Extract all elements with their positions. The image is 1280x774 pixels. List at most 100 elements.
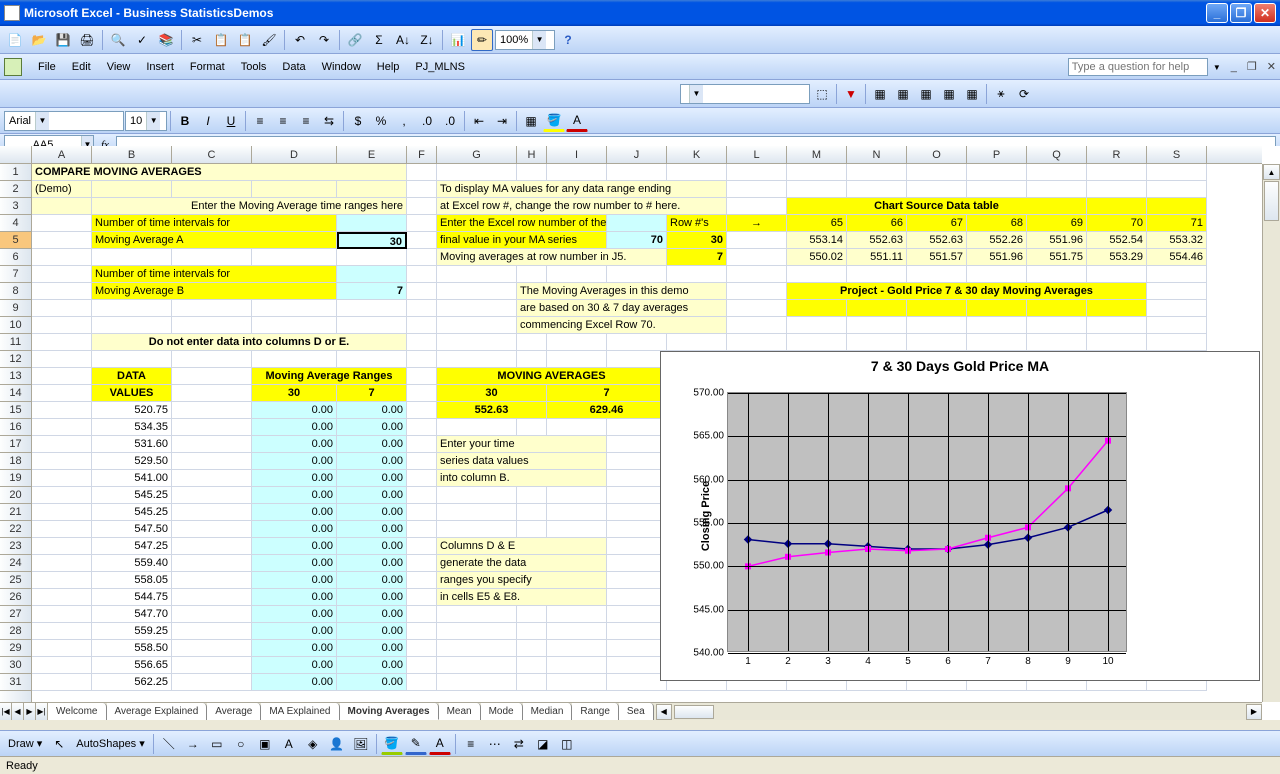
cell[interactable] bbox=[32, 538, 92, 555]
cell[interactable] bbox=[32, 487, 92, 504]
cell[interactable]: VALUES bbox=[92, 385, 172, 402]
cell[interactable] bbox=[172, 504, 252, 521]
cell[interactable]: 552.63 bbox=[437, 402, 547, 419]
cell[interactable] bbox=[172, 657, 252, 674]
spelling-icon[interactable]: ✓ bbox=[131, 29, 153, 51]
menu-data[interactable]: Data bbox=[274, 59, 313, 75]
undo-icon[interactable]: ↶ bbox=[289, 29, 311, 51]
cell[interactable] bbox=[172, 589, 252, 606]
menu-help[interactable]: Help bbox=[369, 59, 408, 75]
print-preview-icon[interactable]: 🔍 bbox=[107, 29, 129, 51]
cell[interactable]: 0.00 bbox=[337, 521, 407, 538]
cell[interactable]: commencing Excel Row 70. bbox=[517, 317, 727, 334]
textbox-icon[interactable]: ▣ bbox=[254, 733, 276, 755]
cell[interactable] bbox=[1087, 198, 1147, 215]
row-header-16[interactable]: 16 bbox=[0, 419, 31, 436]
cell[interactable] bbox=[407, 436, 437, 453]
cell[interactable]: 0.00 bbox=[252, 555, 337, 572]
font-color-icon[interactable]: A bbox=[429, 733, 451, 755]
cell[interactable]: 0.00 bbox=[337, 402, 407, 419]
cell[interactable] bbox=[337, 181, 407, 198]
sheet-tab-median[interactable]: Median bbox=[523, 703, 573, 720]
cell[interactable]: 0.00 bbox=[252, 419, 337, 436]
cell[interactable] bbox=[547, 657, 607, 674]
cell[interactable]: Enter your time bbox=[437, 436, 607, 453]
cell[interactable] bbox=[547, 606, 607, 623]
row-header-8[interactable]: 8 bbox=[0, 283, 31, 300]
cell[interactable] bbox=[907, 181, 967, 198]
cell[interactable] bbox=[252, 351, 337, 368]
cell[interactable] bbox=[547, 623, 607, 640]
row-header-23[interactable]: 23 bbox=[0, 538, 31, 555]
cell[interactable] bbox=[407, 504, 437, 521]
cell[interactable] bbox=[172, 402, 252, 419]
cell[interactable] bbox=[547, 674, 607, 691]
cell[interactable] bbox=[1027, 181, 1087, 198]
cell[interactable] bbox=[32, 368, 92, 385]
cell[interactable] bbox=[32, 215, 92, 232]
cell[interactable] bbox=[32, 657, 92, 674]
cell[interactable]: 7 bbox=[337, 283, 407, 300]
col-header-A[interactable]: A bbox=[32, 146, 92, 163]
cell[interactable] bbox=[547, 521, 607, 538]
row-header-31[interactable]: 31 bbox=[0, 674, 31, 691]
cell[interactable] bbox=[407, 657, 437, 674]
cell[interactable] bbox=[727, 232, 787, 249]
row-header-22[interactable]: 22 bbox=[0, 521, 31, 538]
cell[interactable]: Columns D & E bbox=[437, 538, 607, 555]
cell[interactable] bbox=[787, 334, 847, 351]
font-size-combo[interactable]: 10▼ bbox=[125, 111, 167, 131]
draw-menu[interactable]: Draw ▾ bbox=[4, 737, 46, 750]
cell[interactable] bbox=[407, 351, 437, 368]
menu-view[interactable]: View bbox=[99, 59, 139, 75]
align-center-button[interactable]: ≡ bbox=[272, 110, 294, 132]
cell[interactable]: 529.50 bbox=[92, 453, 172, 470]
cell[interactable]: 553.32 bbox=[1147, 232, 1207, 249]
autosum-icon[interactable]: Σ bbox=[368, 29, 390, 51]
cell[interactable] bbox=[907, 266, 967, 283]
cell[interactable]: Row #'s bbox=[667, 215, 727, 232]
menu-edit[interactable]: Edit bbox=[64, 59, 99, 75]
row-header-6[interactable]: 6 bbox=[0, 249, 31, 266]
cell[interactable]: 0.00 bbox=[252, 657, 337, 674]
oval-icon[interactable]: ○ bbox=[230, 733, 252, 755]
column-headers[interactable]: ABCDEFGHIJKLMNOPQRS bbox=[32, 146, 1262, 164]
cell[interactable]: 554.46 bbox=[1147, 249, 1207, 266]
cell[interactable] bbox=[172, 300, 252, 317]
tab-last-button[interactable]: ▶| bbox=[36, 703, 48, 720]
cell[interactable]: 552.63 bbox=[847, 232, 907, 249]
row-header-20[interactable]: 20 bbox=[0, 487, 31, 504]
cell[interactable] bbox=[547, 640, 607, 657]
cell[interactable]: 0.00 bbox=[337, 606, 407, 623]
sheet-tab-sea[interactable]: Sea bbox=[619, 703, 654, 720]
cell[interactable] bbox=[437, 266, 517, 283]
cell[interactable] bbox=[407, 368, 437, 385]
cell[interactable] bbox=[172, 572, 252, 589]
cell[interactable] bbox=[407, 283, 437, 300]
cell[interactable] bbox=[172, 351, 252, 368]
cell[interactable]: 30 bbox=[667, 232, 727, 249]
cell[interactable] bbox=[1027, 164, 1087, 181]
cell[interactable]: 0.00 bbox=[337, 555, 407, 572]
cell[interactable] bbox=[517, 266, 547, 283]
borders-button[interactable]: ▦ bbox=[520, 110, 542, 132]
cell[interactable] bbox=[1087, 266, 1147, 283]
cell[interactable] bbox=[517, 487, 547, 504]
comma-button[interactable]: , bbox=[393, 110, 415, 132]
row-header-30[interactable]: 30 bbox=[0, 657, 31, 674]
merge-center-button[interactable]: ⇆ bbox=[318, 110, 340, 132]
align-left-button[interactable]: ≡ bbox=[249, 110, 271, 132]
cell[interactable] bbox=[967, 266, 1027, 283]
cell[interactable]: 30 bbox=[437, 385, 547, 402]
cell[interactable] bbox=[607, 164, 667, 181]
cell[interactable] bbox=[32, 589, 92, 606]
cell[interactable]: → bbox=[727, 215, 787, 232]
cell[interactable] bbox=[172, 470, 252, 487]
workbook-close-button[interactable]: ✕ bbox=[1267, 60, 1276, 73]
cell[interactable] bbox=[787, 317, 847, 334]
cell[interactable] bbox=[607, 521, 667, 538]
cell[interactable] bbox=[1147, 181, 1207, 198]
print-icon[interactable]: 🖨 bbox=[76, 29, 98, 51]
cell[interactable] bbox=[407, 623, 437, 640]
cell[interactable]: 0.00 bbox=[252, 470, 337, 487]
